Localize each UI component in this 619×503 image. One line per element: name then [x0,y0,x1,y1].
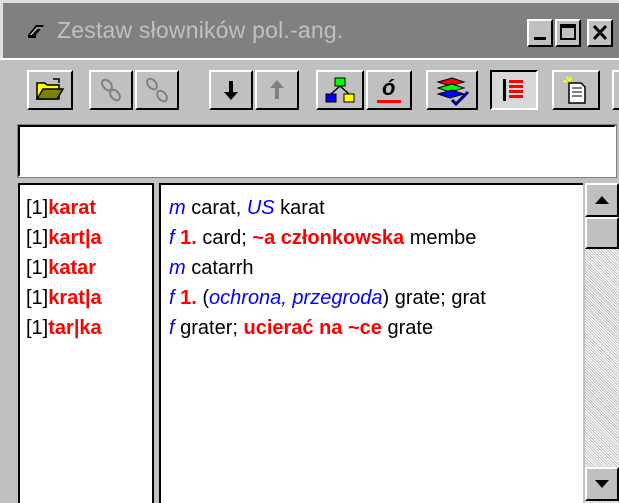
unlink-button[interactable] [135,70,179,110]
open-button[interactable] [27,70,73,110]
definition-row[interactable]: m carat, US karat [169,193,583,223]
definition-row[interactable]: f grater; ucierać na ~ce grate [169,313,583,343]
new-document-button[interactable] [552,70,600,110]
title-bar[interactable]: Zestaw słowników pol.-ang. [0,0,619,58]
entry-index: [1] [26,197,49,219]
definition-text: card; [196,227,253,249]
headword: karat [48,197,97,219]
scroll-thumb[interactable] [585,217,619,249]
region-label: US [246,197,275,219]
phrase: ucierać na ~ce [243,317,382,339]
list-view-icon [503,79,523,101]
headword: katar [48,257,97,279]
entry-index: [1] [26,317,49,339]
phrase: ~a członkowska [252,227,405,249]
headword: krat|a [48,287,102,309]
new-document-icon [562,76,586,104]
book-icon [28,25,44,38]
more-toolbar-button[interactable] [612,70,619,110]
list-item[interactable]: [1]krat|a [26,283,152,313]
tree-button[interactable] [316,70,364,110]
search-field[interactable] [17,124,617,178]
books-check-icon [436,77,470,106]
list-item[interactable]: [1]katar [26,253,152,283]
window-title: Zestaw słowników pol.-ang. [57,17,344,43]
headword: tar|ka [48,317,102,339]
maximize-button[interactable] [555,19,581,47]
part-of-speech: m [169,197,186,219]
arrow-up-icon [595,196,609,204]
close-icon [592,24,608,41]
maximize-icon [560,24,576,40]
arrow-down-icon [595,480,609,488]
definitions-pane[interactable]: m carat, US karat f 1. card; ~a członkows… [159,183,583,503]
previous-button[interactable] [255,70,299,110]
link-button[interactable] [89,70,133,110]
part-of-speech: m [169,257,186,279]
definition-text: membe [404,227,477,249]
svg-text:ó: ó [382,75,395,100]
definition-row[interactable]: f 1. card; ~a członkowska membe [169,223,583,253]
headword-list[interactable]: [1]karat [1]kart|a [1]katar [1]krat|a [1]tar… [18,183,154,503]
scroll-down-button[interactable] [585,467,619,501]
minimize-icon [534,37,546,40]
scroll-up-button[interactable] [585,183,619,217]
sense-number: 1. [174,227,197,249]
unlink-icon [146,77,168,103]
definition-text: grater; [174,317,244,339]
usage-note: ochrona, przegroda [209,287,383,309]
vertical-scrollbar[interactable] [585,183,619,503]
entry-index: [1] [26,287,49,309]
definition-text: carat, [185,197,247,219]
definition-text: karat [274,197,325,219]
arrow-down-icon [224,81,238,100]
minimize-button[interactable] [527,19,553,47]
open-folder-icon [35,78,65,100]
definition-row[interactable]: m catarrh [169,253,583,283]
arrow-up-icon [270,80,284,99]
diacritics-button[interactable]: ó [366,70,412,110]
search-input[interactable] [20,127,614,175]
headword: kart|a [48,227,102,249]
entry-index: [1] [26,257,49,279]
list-item[interactable]: [1]tar|ka [26,313,152,343]
hierarchy-icon [325,77,355,103]
definition-text: grate [381,317,434,339]
sense-number: 1. [174,287,197,309]
definition-row[interactable]: f 1. (ochrona, przegroda) grate; grat [169,283,583,313]
next-button[interactable] [209,70,253,110]
link-icon [101,78,121,102]
close-button[interactable] [587,19,613,47]
definition-text: ) grate; grat [382,287,486,309]
definition-text: ( [196,287,210,309]
toolbar: ó [0,58,619,116]
list-item[interactable]: [1]kart|a [26,223,152,253]
accent-o-icon: ó [377,75,401,103]
list-item[interactable]: [1]karat [26,193,152,223]
dictionaries-button[interactable] [426,70,478,110]
definition-text: catarrh [185,257,254,279]
list-view-button[interactable] [490,70,538,110]
entry-index: [1] [26,227,49,249]
